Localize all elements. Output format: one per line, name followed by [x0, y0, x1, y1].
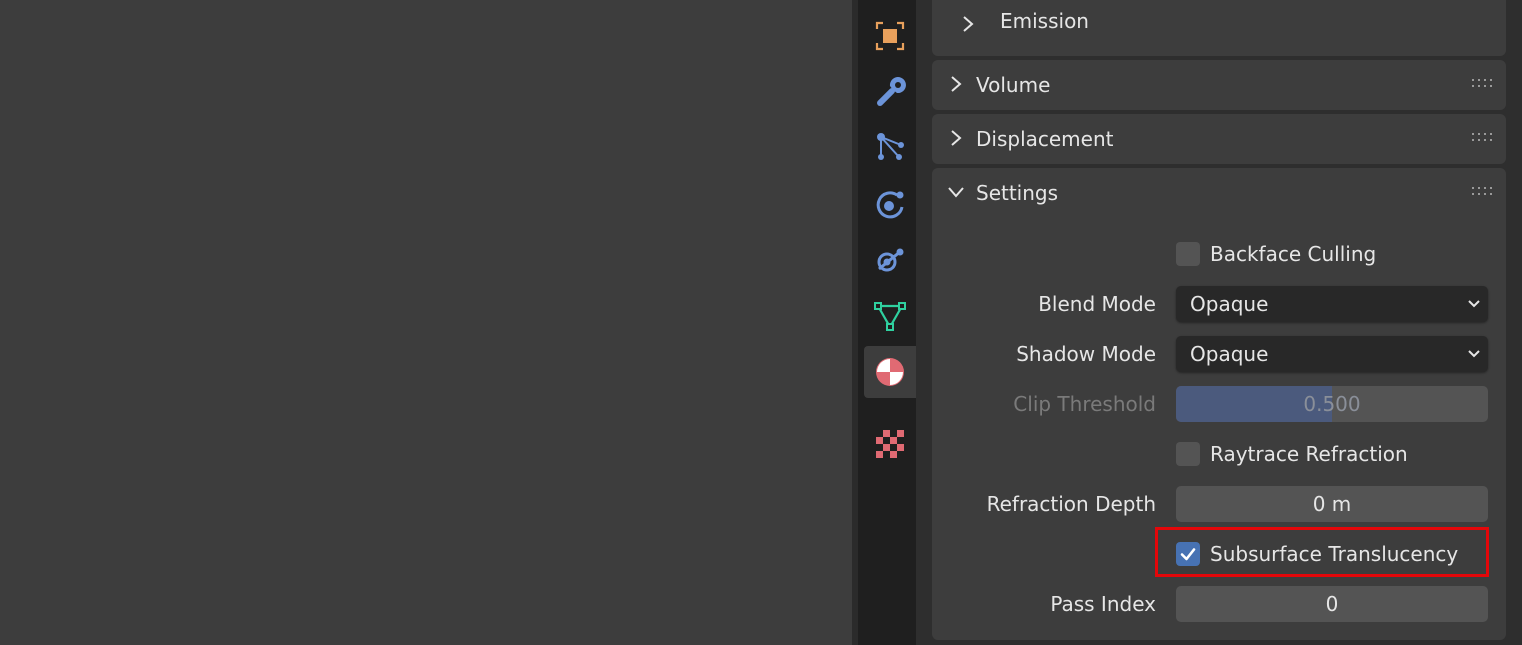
blend-mode-label: Blend Mode [1038, 292, 1156, 316]
tab-material[interactable] [864, 346, 916, 398]
clip-threshold-slider[interactable]: 0.500 [1176, 386, 1488, 422]
refraction-depth-label: Refraction Depth [986, 492, 1156, 516]
tab-constraints[interactable] [864, 234, 916, 286]
refraction-depth-field[interactable]: 0 m [1176, 486, 1488, 522]
chevron-right-icon [946, 73, 966, 95]
texture-icon [876, 430, 904, 458]
clip-threshold-value: 0.500 [1303, 392, 1361, 416]
tab-modifiers[interactable] [864, 66, 916, 118]
tab-physics[interactable] [864, 178, 916, 230]
shadow-mode-value: Opaque [1190, 342, 1269, 366]
panel-header-emission[interactable]: Emission [932, 0, 1506, 50]
constraints-icon [877, 248, 904, 272]
material-icon [876, 358, 904, 386]
chevron-down-icon [946, 181, 966, 203]
subsurface-translucency-label: Subsurface Translucency [1210, 542, 1459, 566]
shadow-mode-dropdown[interactable]: Opaque [1176, 336, 1488, 372]
tab-texture[interactable] [864, 418, 916, 470]
particles-icon [877, 133, 904, 160]
panel-title: Settings [976, 181, 1059, 205]
drag-grip-icon[interactable] [1472, 78, 1494, 90]
backface-culling-checkbox[interactable] [1176, 242, 1200, 266]
mesh-data-icon [874, 302, 906, 331]
blend-mode-dropdown[interactable]: Opaque [1176, 286, 1488, 322]
panel-title: Volume [976, 73, 1051, 97]
panel-volume: Volume [932, 60, 1506, 110]
properties-tab-bar [858, 0, 916, 645]
subsurface-translucency-toggle[interactable]: Subsurface Translucency [1176, 539, 1458, 569]
panel-header-volume[interactable]: Volume [932, 60, 1506, 110]
pass-index-label: Pass Index [1050, 592, 1156, 616]
subsurface-translucency-checkbox[interactable] [1176, 542, 1200, 566]
wrench-icon [877, 77, 906, 106]
panel-emission: Emission [932, 0, 1506, 56]
tab-particles[interactable] [864, 122, 916, 174]
raytrace-refraction-checkbox[interactable] [1176, 442, 1200, 466]
chevron-right-icon [946, 127, 966, 149]
backface-culling-toggle[interactable]: Backface Culling [1176, 239, 1376, 269]
chevron-right-icon [958, 13, 978, 35]
shadow-mode-label: Shadow Mode [1016, 342, 1156, 366]
3d-viewport[interactable] [0, 0, 852, 645]
checkmark-icon [1180, 548, 1196, 561]
pass-index-field[interactable]: 0 [1176, 586, 1488, 622]
tab-data[interactable] [864, 290, 916, 342]
chevron-down-icon [1468, 350, 1480, 358]
panel-settings: Settings Backface Culling Blend Mode Opa… [932, 168, 1506, 640]
panel-title: Displacement [976, 127, 1114, 151]
panel-header-settings[interactable]: Settings [932, 168, 1506, 218]
panel-displacement: Displacement [932, 114, 1506, 164]
tab-object[interactable] [864, 10, 916, 62]
drag-grip-icon[interactable] [1472, 132, 1494, 144]
panel-header-displacement[interactable]: Displacement [932, 114, 1506, 164]
blend-mode-value: Opaque [1190, 292, 1269, 316]
raytrace-refraction-label: Raytrace Refraction [1210, 442, 1408, 466]
drag-grip-icon[interactable] [1472, 186, 1494, 198]
chevron-down-icon [1468, 300, 1480, 308]
raytrace-refraction-toggle[interactable]: Raytrace Refraction [1176, 439, 1408, 469]
properties-editor: Emission Volume Displacement Settings Ba… [916, 0, 1522, 645]
backface-culling-label: Backface Culling [1210, 242, 1377, 266]
physics-icon [876, 191, 904, 219]
clip-threshold-label: Clip Threshold [1013, 392, 1156, 416]
panel-title: Emission [1000, 9, 1089, 33]
object-icon [875, 21, 905, 51]
